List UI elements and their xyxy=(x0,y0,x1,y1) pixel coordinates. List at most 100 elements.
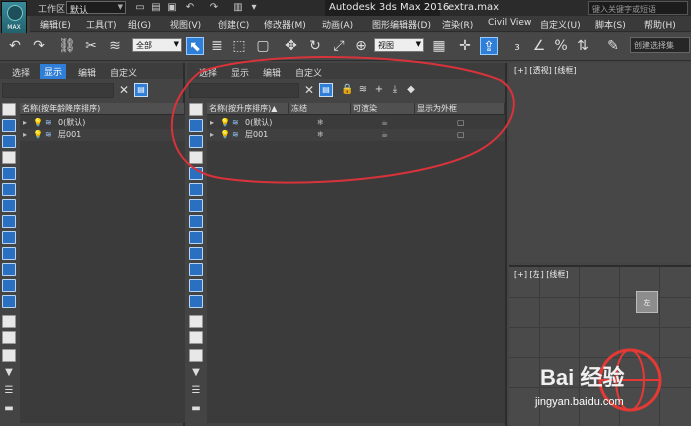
spinner-snap-icon[interactable]: ⇅ xyxy=(574,37,592,55)
redo-icon[interactable]: ↷ xyxy=(30,37,48,55)
column-display-as-box[interactable]: 显示为外框 xyxy=(415,103,505,115)
add-to-layer-icon[interactable]: ⤓ xyxy=(389,84,401,96)
layer-stack-icon[interactable]: ≋ xyxy=(357,84,369,96)
tab-display[interactable]: 显示 xyxy=(40,64,67,79)
selection-filter-dropdown[interactable]: 全部 ▼ xyxy=(132,38,182,52)
tab-select[interactable]: 选择 xyxy=(12,66,30,79)
display-children-icon[interactable] xyxy=(2,349,16,362)
undo-icon[interactable]: ↶ xyxy=(184,2,196,14)
scale-icon[interactable]: ⤢ xyxy=(330,37,348,55)
display-containers-icon[interactable] xyxy=(189,295,203,308)
display-helpers-icon[interactable] xyxy=(189,215,203,228)
placement-icon[interactable]: ⊕ xyxy=(352,37,370,55)
viewport-label[interactable]: [+] [透视] [线框] xyxy=(514,65,577,76)
reference-coordinate-dropdown[interactable]: 视图 ▼ xyxy=(374,38,424,52)
display-spacewarps-icon[interactable] xyxy=(189,231,203,244)
display-geometry-icon[interactable] xyxy=(2,151,16,164)
display-bones-icon[interactable] xyxy=(189,279,203,292)
display-shapes-icon[interactable] xyxy=(2,167,16,180)
menu-rendering[interactable]: 渲染(R) xyxy=(442,18,473,31)
tab-customize[interactable]: 自定义 xyxy=(110,66,137,79)
display-groups-icon[interactable] xyxy=(2,247,16,260)
find-input[interactable] xyxy=(2,83,114,98)
workspace-dropdown[interactable]: 默认 ▼ xyxy=(66,1,126,16)
select-by-name-icon[interactable]: ≣ xyxy=(208,37,226,55)
light-bulb-icon[interactable]: 💡 xyxy=(33,117,43,129)
tab-edit[interactable]: 编辑 xyxy=(263,66,281,79)
edit-named-selection-icon[interactable]: ✎ xyxy=(604,37,622,55)
display-geometry-icon[interactable] xyxy=(189,151,203,164)
menu-scripting[interactable]: 脚本(S) xyxy=(595,18,626,31)
filter-toggle-icon[interactable]: ▤ xyxy=(319,83,333,97)
display-frozen-icon[interactable] xyxy=(189,315,203,328)
menu-customize[interactable]: 自定义(U) xyxy=(540,18,581,31)
active-layer-icon[interactable]: ◆ xyxy=(405,84,417,96)
display-lights-icon[interactable] xyxy=(189,183,203,196)
teapot-icon[interactable]: ☕ xyxy=(381,129,388,141)
menu-group[interactable]: 组(G) xyxy=(128,18,151,31)
column-name[interactable]: 名称(按年龄降序排序) xyxy=(20,103,185,115)
light-bulb-icon[interactable]: 💡 xyxy=(220,129,230,141)
layer-row[interactable]: ▸ 💡 ≋ 0(默认) xyxy=(20,117,185,129)
rectangular-selection-icon[interactable]: ⬚ xyxy=(230,37,248,55)
snowflake-icon[interactable]: ❄ xyxy=(317,117,324,129)
viewport-label[interactable]: [+] [左] [线框] xyxy=(514,269,569,280)
display-children-icon[interactable] xyxy=(189,349,203,362)
named-selection-sets-input[interactable]: 创建选择集 xyxy=(630,37,690,53)
column-frozen[interactable]: 冻结 xyxy=(289,103,351,115)
select-object-icon[interactable]: ⬉ xyxy=(186,37,204,55)
menu-create[interactable]: 创建(C) xyxy=(218,18,249,31)
display-all-icon[interactable] xyxy=(2,119,16,132)
display-helpers-icon[interactable] xyxy=(2,215,16,228)
tab-display[interactable]: 显示 xyxy=(231,66,249,79)
snaps-toggle-icon[interactable]: ₃ xyxy=(508,37,526,55)
bind-spacewarp-icon[interactable]: ≋ xyxy=(106,37,124,55)
expand-arrow-icon[interactable]: ▸ xyxy=(23,117,27,129)
menu-animation[interactable]: 动画(A) xyxy=(322,18,353,31)
rotate-icon[interactable]: ↻ xyxy=(306,37,324,55)
qa-dropdown-icon[interactable]: ▾ xyxy=(248,2,260,14)
keyboard-shortcut-override-icon[interactable]: ⇪ xyxy=(480,37,498,55)
filter-toggle-icon[interactable]: ▤ xyxy=(134,83,148,97)
app-menu-button[interactable]: MAX xyxy=(1,1,27,35)
perspective-viewport[interactable]: [+] [透视] [线框] xyxy=(509,63,691,263)
collapse-icon[interactable]: ▬ xyxy=(189,403,203,416)
percent-snap-icon[interactable]: % xyxy=(552,37,570,55)
collapse-icon[interactable]: ▬ xyxy=(2,403,16,416)
tab-select[interactable]: 选择 xyxy=(199,66,217,79)
menu-help[interactable]: 帮助(H) xyxy=(644,18,676,31)
display-hidden-icon[interactable] xyxy=(2,331,16,344)
window-crossing-icon[interactable]: ▢ xyxy=(254,37,272,55)
menu-modifiers[interactable]: 修改器(M) xyxy=(264,18,306,31)
unlink-icon[interactable]: ✂ xyxy=(82,37,100,55)
add-layer-icon[interactable]: + xyxy=(373,84,385,96)
pivot-center-icon[interactable]: ▦ xyxy=(430,37,448,55)
search-input[interactable]: 键入关键字或短语 xyxy=(588,1,688,15)
display-spacewarps-icon[interactable] xyxy=(2,231,16,244)
link-icon[interactable]: ⛓ xyxy=(58,37,76,55)
menu-civil-view[interactable]: Civil View xyxy=(488,18,531,28)
column-name[interactable]: 名称(按升序排序)▲ xyxy=(207,103,289,115)
expand-arrow-icon[interactable]: ▸ xyxy=(210,117,214,129)
display-all-icon[interactable] xyxy=(189,119,203,132)
project-folder-icon[interactable]: ▥ xyxy=(232,2,244,14)
open-file-icon[interactable]: ▤ xyxy=(150,2,162,14)
display-containers-icon[interactable] xyxy=(2,295,16,308)
expand-arrow-icon[interactable]: ▸ xyxy=(210,129,214,141)
light-bulb-icon[interactable]: 💡 xyxy=(220,117,230,129)
layer-filter-icon[interactable]: ☰ xyxy=(189,385,203,398)
display-hidden-icon[interactable] xyxy=(189,331,203,344)
snowflake-icon[interactable]: ❄ xyxy=(317,129,324,141)
layer-row[interactable]: ▸ 💡 ≋ 层001 ❄ ☕ ▢ xyxy=(207,129,505,141)
display-groups-icon[interactable] xyxy=(189,247,203,260)
clear-icon[interactable]: ✕ xyxy=(118,83,130,97)
display-none-icon[interactable] xyxy=(189,103,203,116)
display-frozen-icon[interactable] xyxy=(2,315,16,328)
angle-snap-icon[interactable]: ∠ xyxy=(530,37,548,55)
layer-row[interactable]: ▸ 💡 ≋ 层001 xyxy=(20,129,185,141)
display-cameras-icon[interactable] xyxy=(2,199,16,212)
light-bulb-icon[interactable]: 💡 xyxy=(33,129,43,141)
display-invert-icon[interactable] xyxy=(189,135,203,148)
display-lights-icon[interactable] xyxy=(2,183,16,196)
clear-icon[interactable]: ✕ xyxy=(303,83,315,97)
